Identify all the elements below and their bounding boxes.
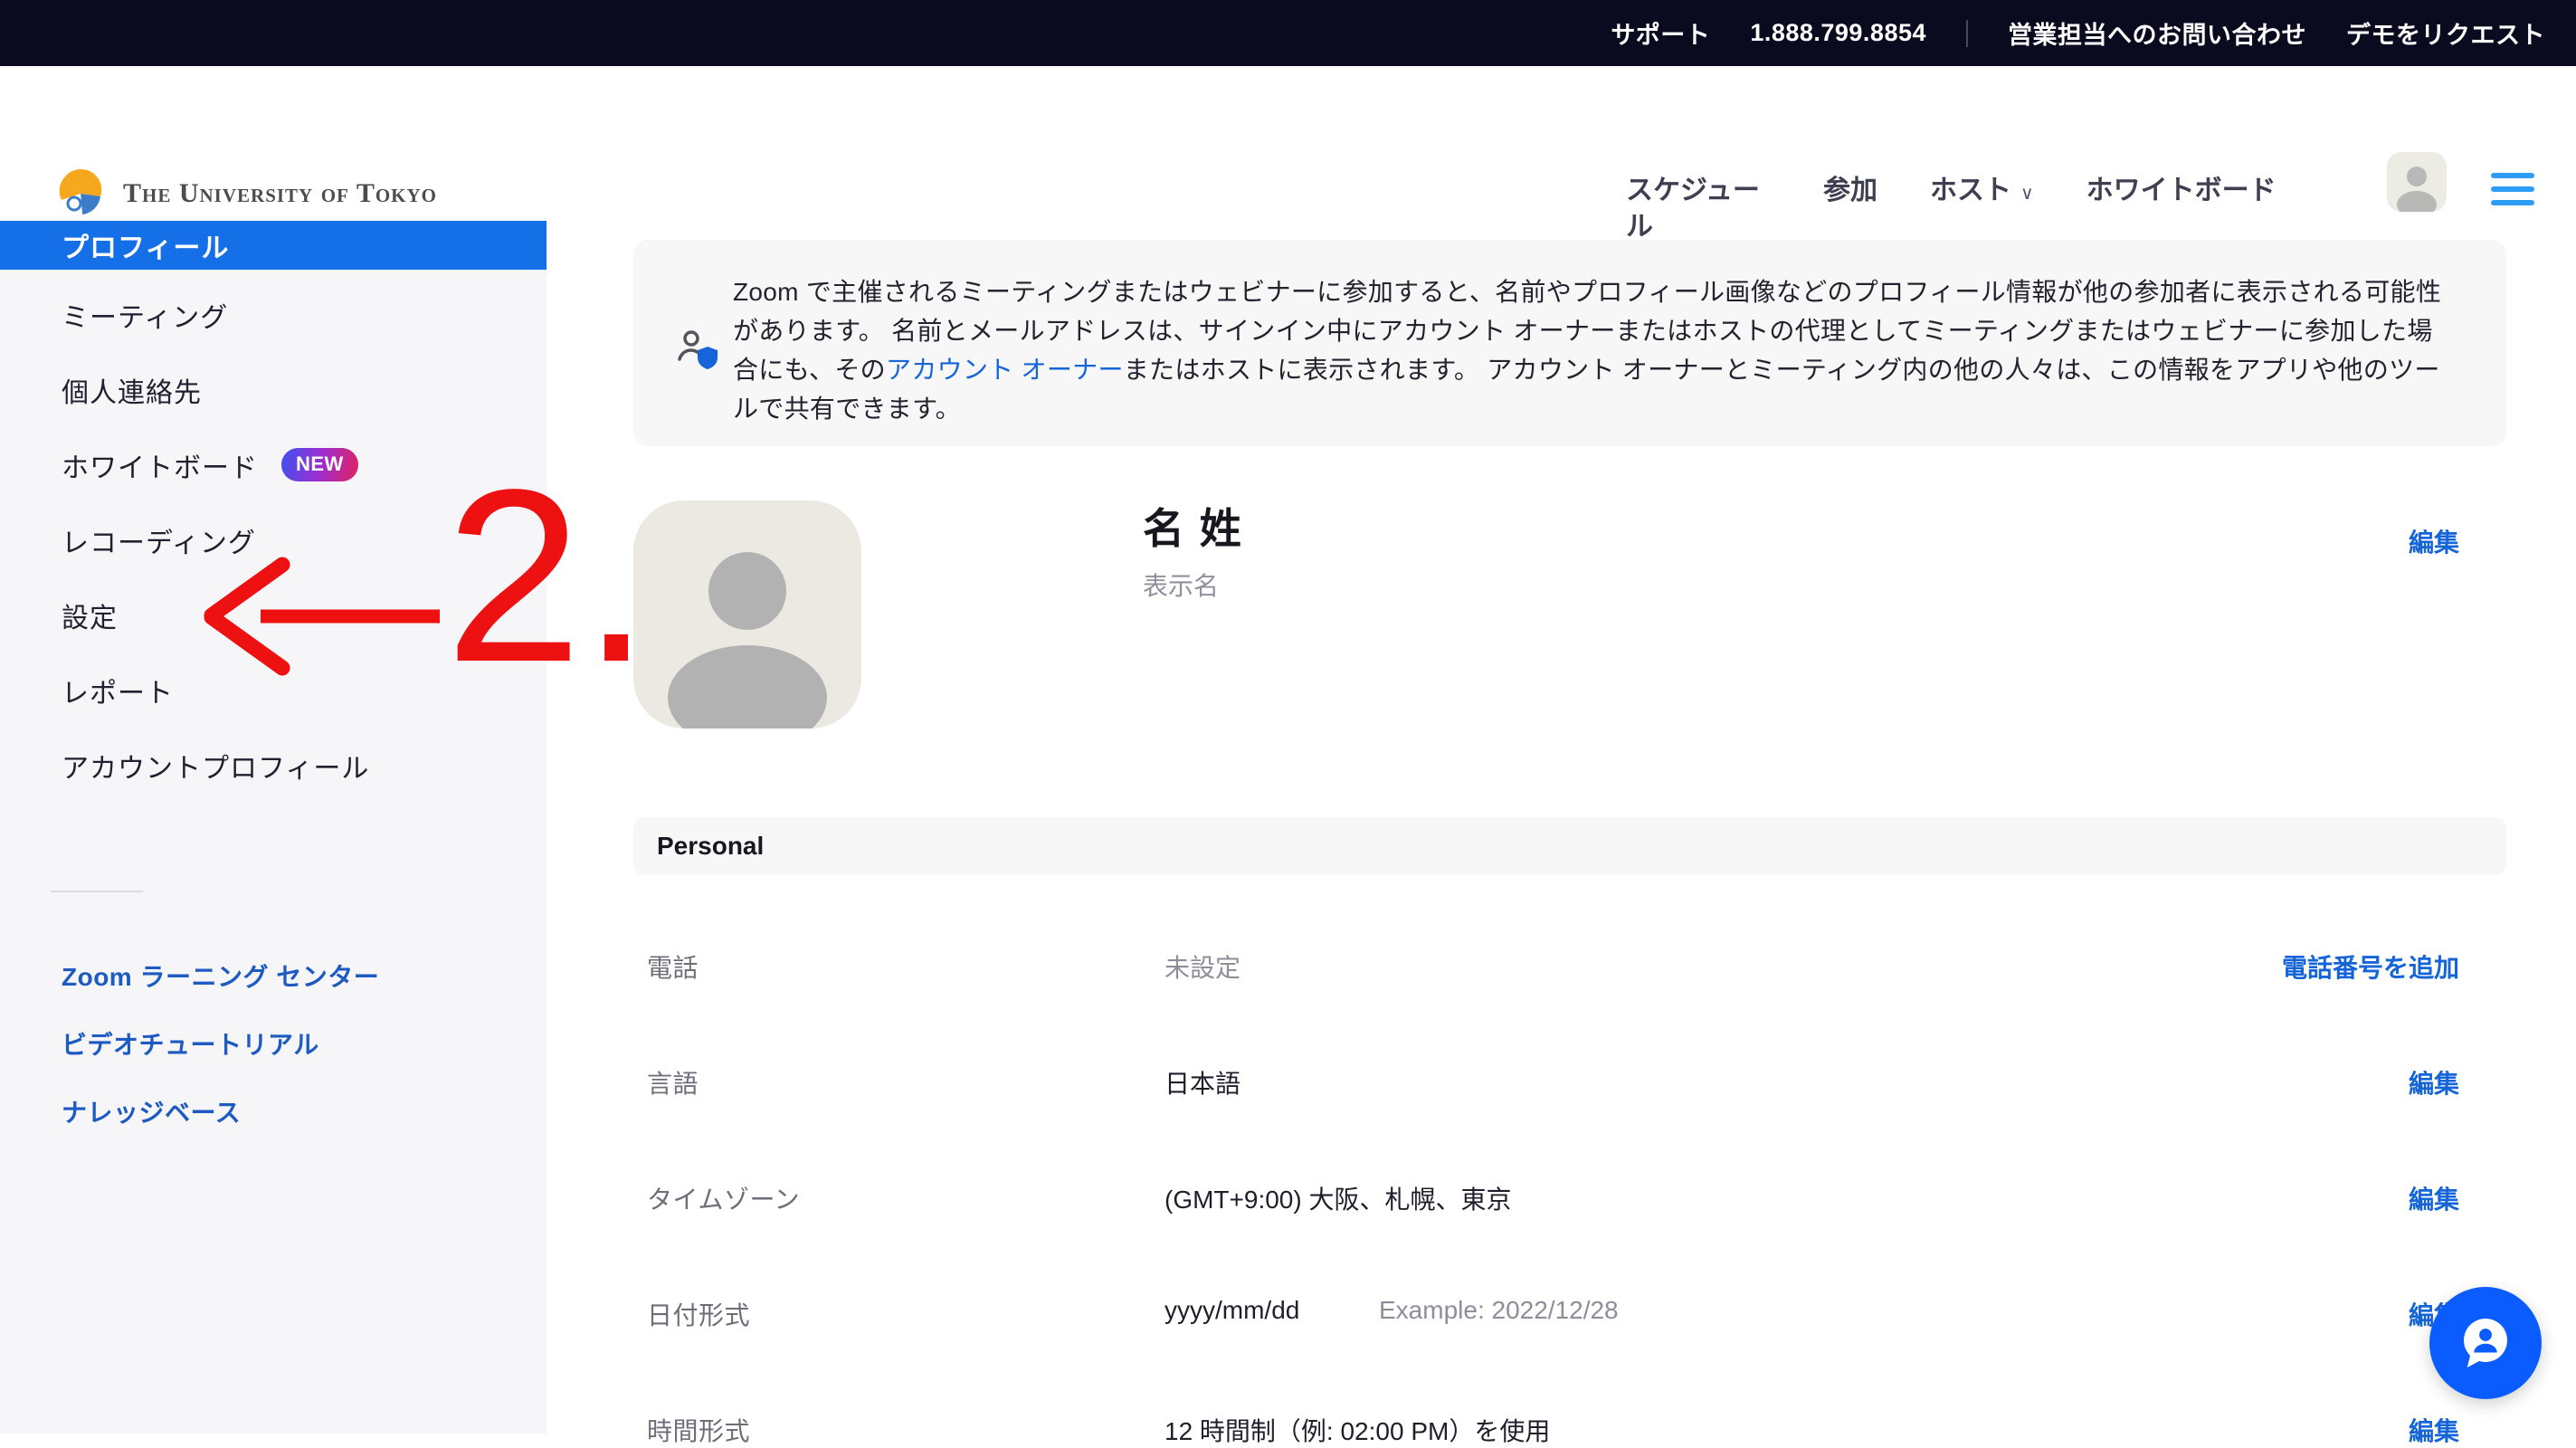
sidebar-item-recordings[interactable]: レコーディング <box>0 502 547 577</box>
sidebar-item-contacts[interactable]: 個人連絡先 <box>0 352 547 427</box>
link-knowledge-base[interactable]: ナレッジベース <box>0 1077 547 1145</box>
nav-schedule[interactable]: スケジュール <box>1626 173 1771 245</box>
avatar-silhouette-icon <box>2387 152 2447 212</box>
profile-picture[interactable] <box>633 500 861 729</box>
edit-timezone-button[interactable]: 編集 <box>2409 1180 2459 1216</box>
sidebar-item-settings[interactable]: 設定 <box>0 577 547 653</box>
account-owner-link[interactable]: アカウント オーナー <box>886 356 1124 384</box>
row-value: 未設定 <box>1164 948 1240 985</box>
top-utility-bar: サポート 1.888.799.8854 営業担当へのお問い合わせ デモをリクエス… <box>0 0 2576 66</box>
sidebar-divider <box>51 891 143 892</box>
university-of-tokyo-logo[interactable]: The University of Tokyo <box>52 166 437 222</box>
person-shield-icon <box>675 327 720 372</box>
sidebar-item-profile[interactable]: プロフィール <box>0 221 547 270</box>
chevron-down-icon: ∨ <box>2020 184 2034 204</box>
topbar-divider <box>1966 20 1968 47</box>
nav-join[interactable]: 参加 <box>1823 173 1877 209</box>
sidebar-help-links: Zoom ラーニング センター ビデオチュートリアル ナレッジベース <box>0 941 547 1145</box>
help-chat-button[interactable] <box>2429 1287 2542 1399</box>
link-learning-center[interactable]: Zoom ラーニング センター <box>0 941 547 1009</box>
contact-sales-link[interactable]: 営業担当へのお問い合わせ <box>2008 15 2306 51</box>
profile-edit-button[interactable]: 編集 <box>2409 523 2459 559</box>
row-language: 言語 日本語 編集 <box>633 1064 2459 1100</box>
zoom-profile-page: サポート 1.888.799.8854 営業担当へのお問い合わせ デモをリクエス… <box>0 0 2576 1434</box>
row-label: 電話 <box>647 948 699 985</box>
request-demo-link[interactable]: デモをリクエスト <box>2346 15 2545 51</box>
nav-host[interactable]: ホスト∨ <box>1930 173 2034 212</box>
row-label: 時間形式 <box>647 1412 750 1448</box>
link-video-tutorials[interactable]: ビデオチュートリアル <box>0 1009 547 1077</box>
row-timezone: タイムゾーン (GMT+9:00) 大阪、札幌、東京 編集 <box>633 1180 2459 1216</box>
personal-section-header: Personal <box>633 817 2506 875</box>
logo-text: The University of Tokyo <box>123 178 437 209</box>
row-value: 12 時間制（例: 02:00 PM）を使用 <box>1164 1412 1550 1448</box>
chat-person-icon <box>2453 1310 2518 1376</box>
new-badge: NEW <box>281 448 358 481</box>
privacy-notice-text: Zoom で主催されるミーティングまたはウェビナーに参加すると、名前やプロフィー… <box>733 272 2443 428</box>
edit-time-format-button[interactable]: 編集 <box>2409 1412 2459 1448</box>
edit-language-button[interactable]: 編集 <box>2409 1064 2459 1100</box>
row-value: (GMT+9:00) 大阪、札幌、東京 <box>1164 1180 1511 1216</box>
sidebar: プロフィール ミーティング 個人連絡先 ホワイトボードNEW レコーディング 設… <box>0 221 547 1434</box>
add-phone-button[interactable]: 電話番号を追加 <box>2282 948 2459 985</box>
profile-name: 名 姓 <box>1143 496 1243 556</box>
row-value: yyyy/mm/dd <box>1164 1296 1299 1325</box>
row-time-format: 時間形式 12 時間制（例: 02:00 PM）を使用 編集 <box>633 1412 2459 1448</box>
row-phone: 電話 未設定 電話番号を追加 <box>633 948 2459 985</box>
site-header: The University of Tokyo スケジュール 参加 ホスト∨ ホ… <box>0 66 2576 221</box>
profile-silhouette-icon <box>633 500 861 729</box>
profile-display-name: 表示名 <box>1143 567 1219 603</box>
header-nav: スケジュール 参加 ホスト∨ ホワイトボード <box>1626 173 2277 245</box>
sidebar-item-account-profile[interactable]: アカウントプロフィール <box>0 728 547 803</box>
row-date-format: 日付形式 yyyy/mm/dd Example: 2022/12/28 編集 <box>633 1296 2459 1332</box>
ginkgo-logo-icon <box>52 166 109 222</box>
sidebar-item-whiteboard[interactable]: ホワイトボードNEW <box>0 427 547 502</box>
user-avatar[interactable] <box>2387 152 2447 212</box>
sidebar-menu: ミーティング 個人連絡先 ホワイトボードNEW レコーディング 設定 レポート … <box>0 277 547 803</box>
row-label: 日付形式 <box>647 1296 750 1332</box>
sidebar-item-meetings[interactable]: ミーティング <box>0 277 547 352</box>
menu-icon[interactable] <box>2491 173 2534 205</box>
row-value: 日本語 <box>1164 1064 1240 1100</box>
support-phone[interactable]: 1.888.799.8854 <box>1750 19 1926 47</box>
nav-whiteboard[interactable]: ホワイトボード <box>2086 173 2277 209</box>
row-label: タイムゾーン <box>647 1180 800 1216</box>
sidebar-item-reports[interactable]: レポート <box>0 653 547 728</box>
row-label: 言語 <box>647 1064 699 1100</box>
date-format-example: Example: 2022/12/28 <box>1379 1296 1619 1325</box>
support-link[interactable]: サポート <box>1611 15 1710 51</box>
privacy-notice: Zoom で主催されるミーティングまたはウェビナーに参加すると、名前やプロフィー… <box>633 240 2506 446</box>
